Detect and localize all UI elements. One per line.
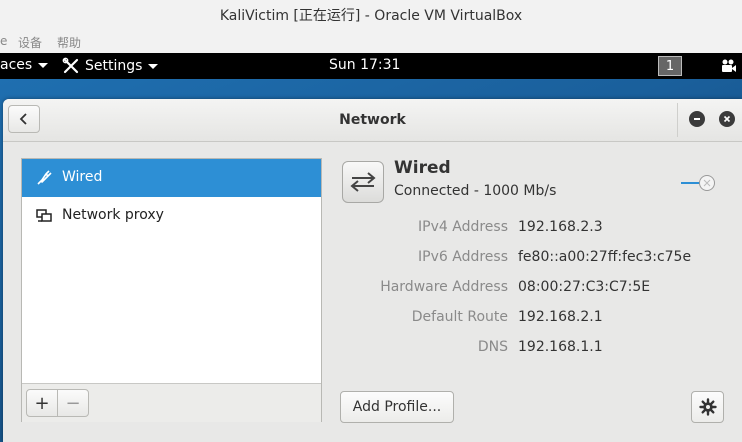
vbox-menu-help[interactable]: 帮助 [57, 34, 81, 51]
add-profile-label: Add Profile... [352, 399, 442, 415]
sidebar-item-network-proxy[interactable]: Network proxy [22, 197, 321, 235]
sidebar-toolbar: + − [22, 383, 321, 422]
sidebar-item-label: Network proxy [62, 207, 164, 223]
places-menu[interactable]: aces [0, 57, 49, 73]
ipv6-address-label: IPv6 Address [418, 249, 508, 265]
arrows-exchange-icon [350, 172, 376, 192]
window-title: Network [339, 112, 406, 128]
gnome-top-bar: aces Settings Sun 17:31 [0, 53, 742, 79]
workspace-indicator[interactable]: 1 [658, 56, 682, 76]
window-header-bar: Network [3, 99, 742, 142]
vbox-menubar: e 设备 帮助 [0, 30, 742, 54]
ipv4-address-label: IPv4 Address [418, 219, 508, 235]
vbox-menu-devices[interactable]: 设备 [18, 34, 42, 51]
clock-label: Sun 17:31 [329, 57, 401, 73]
gear-icon [698, 398, 717, 416]
ipv4-address-value: 192.168.2.3 [518, 219, 603, 235]
clock[interactable]: Sun 17:31 [329, 57, 400, 73]
add-connection-button[interactable]: + [26, 389, 58, 417]
dns-value: 192.168.1.1 [518, 339, 603, 355]
settings-tools-icon [62, 57, 79, 74]
hardware-address-value: 08:00:27:C3:C7:5E [518, 279, 651, 295]
wired-icon [37, 170, 52, 185]
ipv6-address-value: fe80::a00:27ff:fec3:c75e [518, 249, 692, 265]
wired-connection-icon [342, 161, 384, 203]
connection-options-button[interactable] [691, 391, 724, 423]
vbox-window-title: KaliVictim [正在运行] - Oracle VM VirtualBox [0, 0, 742, 30]
connection-status: Connected - 1000 Mb/s [394, 183, 557, 199]
minimize-icon [694, 118, 700, 120]
connection-name: Wired [394, 158, 451, 178]
close-button[interactable] [719, 111, 735, 127]
settings-caret-icon [148, 63, 159, 69]
vbox-title-text: KaliVictim [正在运行] - Oracle VM VirtualBox [219, 8, 523, 24]
connection-toggle-switch[interactable] [680, 173, 718, 193]
remove-connection-button[interactable]: − [57, 389, 89, 417]
settings-app-menu[interactable]: Settings [62, 57, 159, 75]
add-label: + [34, 392, 50, 414]
minimize-button[interactable] [689, 111, 705, 127]
system-tray-icon[interactable] [721, 59, 737, 73]
default-route-label: Default Route [411, 309, 508, 325]
header-separator [677, 103, 678, 137]
workspace-number: 1 [665, 58, 675, 74]
vbox-menu-partial[interactable]: e [0, 34, 7, 48]
camera-icon [722, 59, 736, 72]
hardware-address-label: Hardware Address [380, 279, 508, 295]
places-label: aces [0, 57, 33, 73]
sidebar-item-label: Wired [62, 169, 103, 185]
close-icon [723, 115, 731, 123]
connection-sidebar: Wired Network proxy + − [21, 158, 322, 422]
remove-label: − [65, 392, 81, 414]
settings-app-label: Settings [85, 58, 143, 74]
default-route-value: 192.168.2.1 [518, 309, 603, 325]
sidebar-item-wired[interactable]: Wired [22, 159, 321, 197]
dns-label: DNS [477, 339, 508, 355]
places-caret-icon [38, 62, 49, 68]
network-proxy-icon [36, 209, 52, 222]
add-profile-button[interactable]: Add Profile... [340, 391, 454, 423]
network-settings-window: Network Wired Network proxy + − Wired Co… [3, 99, 742, 442]
